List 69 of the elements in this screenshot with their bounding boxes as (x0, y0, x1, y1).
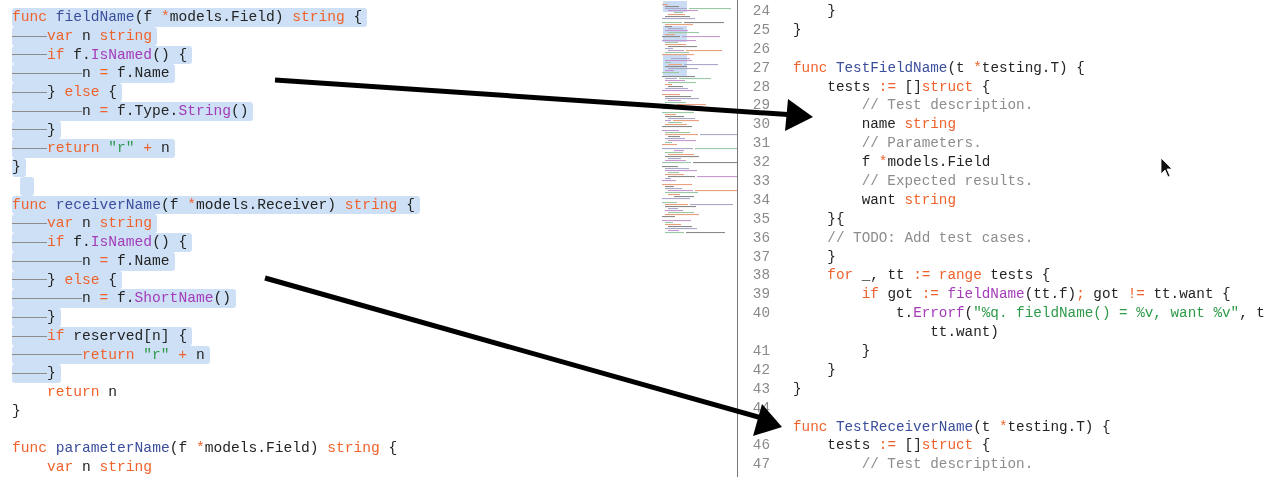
code-line: for _, tt := range tests { (826, 266, 1051, 286)
code-line: // Parameters. (860, 134, 982, 154)
code-line: name string (860, 115, 956, 135)
code-line: tests := []struct { (826, 77, 991, 97)
code-line: if f.IsNamed() { (47, 45, 188, 65)
code-line: } (12, 158, 21, 177)
code-line: n = f.ShortName() (82, 289, 231, 308)
code-line: } (793, 379, 802, 399)
line-number: 27 (751, 58, 770, 78)
line-number: 41 (751, 342, 770, 361)
code-line: func TestReceiverName(t *testing.T) { (793, 417, 1111, 437)
code-line: // Test description. (860, 96, 1034, 116)
code-line: } (47, 308, 56, 327)
code-line: } (826, 2, 836, 21)
code-line: func receiverName(f *models.Receiver) string { (12, 195, 415, 215)
code-line: } (47, 120, 56, 140)
code-line: f *models.Field (860, 153, 991, 172)
code-line: } (47, 364, 56, 383)
line-number: 24 (751, 2, 770, 21)
line-number: 36 (751, 228, 770, 248)
code-line: func fieldName(f *models.Field) string { (12, 8, 363, 27)
line-number: 25 (751, 20, 770, 40)
code-line: want string (860, 190, 956, 210)
code-line: } (826, 360, 836, 380)
code-line: func parameterName(f *models.Field) string { (12, 439, 398, 458)
line-number: 26 (751, 39, 770, 59)
line-number: 32 (751, 153, 770, 172)
code-line: } (12, 401, 21, 421)
code-line: tests := []struct { (826, 436, 991, 456)
mouse-pointer-icon (1160, 157, 1173, 178)
code-line: // TODO: Add test cases. (826, 228, 1034, 248)
line-number: 29 (751, 96, 770, 116)
code-line: var n string (47, 214, 153, 233)
code-line: } (826, 247, 836, 267)
code-line: } else { (47, 83, 118, 102)
code-line: if reserved[n] { (47, 326, 188, 346)
code-line: }{ (826, 209, 845, 229)
line-number: 47 (751, 455, 770, 475)
code-line: t.Errorf("%q. fieldName() = %v, want %v", t (894, 304, 1265, 324)
code-line: var n string (47, 26, 153, 46)
code-line: func TestFieldName(t *testing.T) { (793, 58, 1085, 78)
code-line: if got := fieldName(tt.f); got != tt.want { (860, 285, 1231, 305)
code-line: // Expected results. (860, 172, 1034, 191)
code-line: var n string (47, 458, 153, 477)
line-number: 31 (751, 134, 770, 154)
line-number: 43 (751, 379, 770, 399)
line-number: 34 (751, 190, 770, 210)
code-line: return "r" + n (47, 139, 170, 158)
line-number: 40 (751, 304, 770, 324)
code-line: } else { (47, 270, 118, 290)
code-line: n = f.Type.String() (82, 101, 249, 121)
line-number: 38 (751, 266, 770, 286)
code-line: if f.IsNamed() { (47, 233, 188, 252)
code-line: // Test description. (860, 455, 1034, 475)
code-line: } (860, 342, 871, 361)
code-line: return n (47, 383, 118, 402)
line-number: 42 (751, 360, 770, 380)
code-line: tt.want) (929, 323, 999, 343)
code-line: n = f.Name (82, 251, 170, 271)
code-line: n = f.Name (82, 64, 170, 83)
line-number: 33 (751, 172, 770, 191)
code-line: return "r" + n (82, 345, 205, 365)
line-number: 28 (751, 77, 770, 97)
line-number: 30 (751, 115, 770, 135)
line-number: 39 (751, 285, 770, 305)
line-number: 37 (751, 247, 770, 267)
line-number: 35 (751, 209, 770, 229)
code-line: } (793, 20, 802, 40)
line-number: 46 (751, 436, 770, 456)
